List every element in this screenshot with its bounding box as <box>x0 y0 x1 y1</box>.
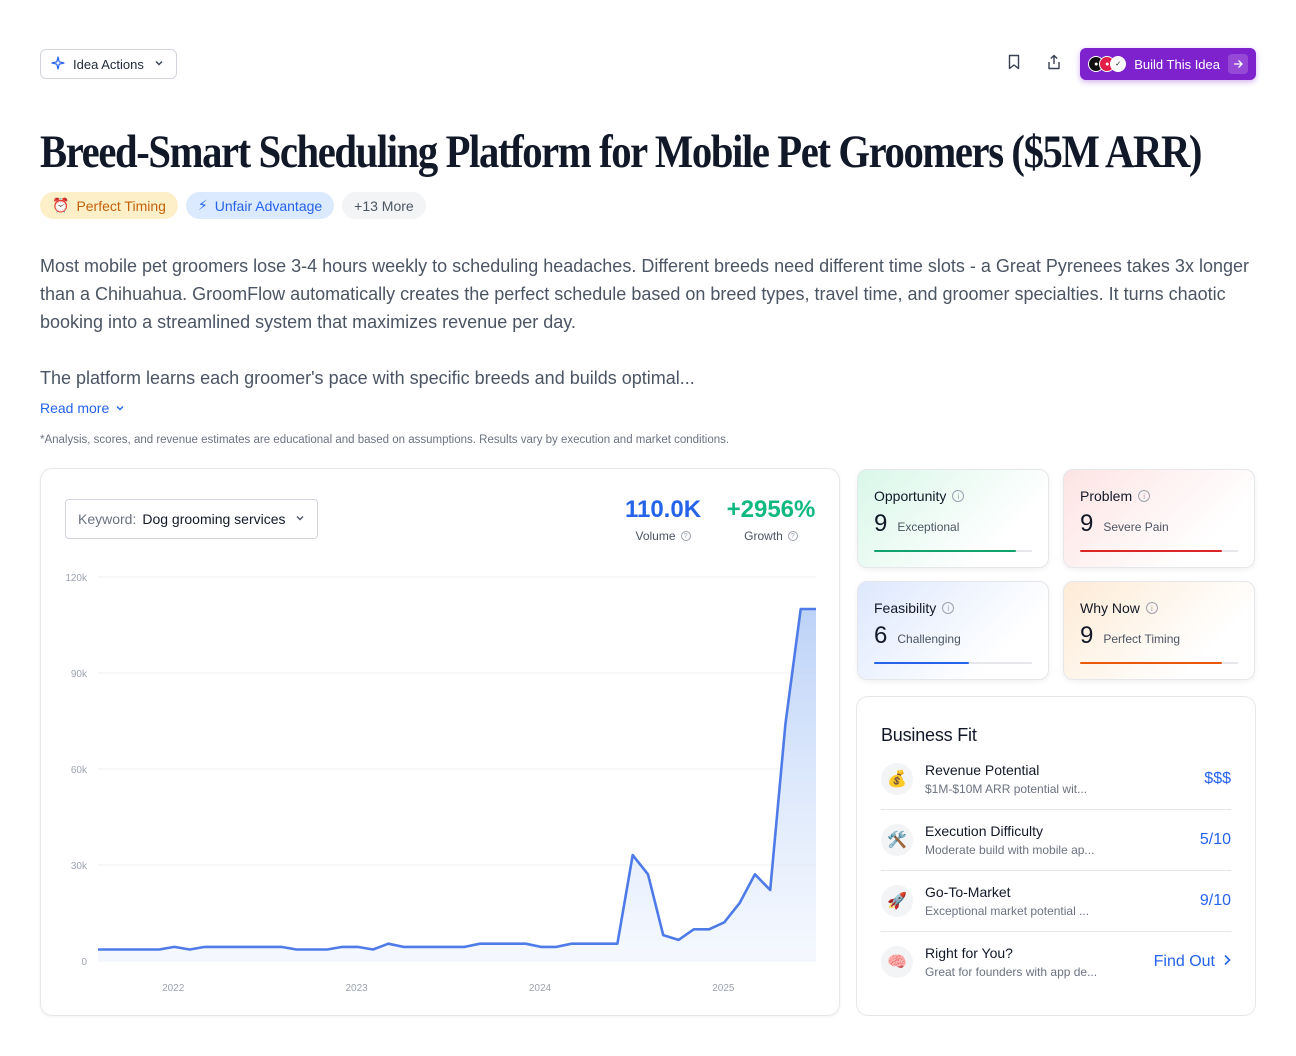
fit-row-value: 9/10 <box>1199 892 1231 909</box>
score-value: 6 <box>874 622 888 649</box>
score-bar-fill <box>874 550 1017 552</box>
fit-row-value: 5/10 <box>1199 831 1231 848</box>
business-fit-card: Business Fit 💰 Revenue Potential $1M-$10… <box>856 696 1256 1016</box>
tag-label: Perfect Timing <box>76 197 166 214</box>
fit-row-sub: Moderate build with mobile ap... <box>925 843 1095 857</box>
sparkle-icon <box>51 56 65 72</box>
tag-unfair-advantage[interactable]: ⚡ Unfair Advantage <box>185 192 335 219</box>
top-bar: Idea Actions ● ● ✓ Build This Idea <box>40 48 1256 80</box>
build-this-idea-button[interactable]: ● ● ✓ Build This Idea <box>1080 48 1256 80</box>
rocket-icon: 🚀 <box>881 885 913 917</box>
tag-perfect-timing[interactable]: ⏰ Perfect Timing <box>40 192 178 219</box>
money-bag-icon: 💰 <box>881 763 913 795</box>
fit-row-sub: Exceptional market potential ... <box>925 904 1090 918</box>
score-name: Opportunity <box>874 488 947 504</box>
idea-actions-label: Idea Actions <box>73 56 144 72</box>
read-more-label: Read more <box>40 400 110 416</box>
y-tick-label: 0 <box>81 957 87 968</box>
y-tick-label: 30k <box>71 861 88 872</box>
find-out-label: Find Out <box>1153 952 1215 970</box>
x-tick-label: 2023 <box>345 983 368 994</box>
info-icon[interactable]: i <box>1145 602 1158 614</box>
score-bar-fill <box>874 662 969 664</box>
x-tick-label: 2022 <box>162 983 185 994</box>
score-bar-fill <box>1080 550 1223 552</box>
tag-more-button[interactable]: +13 More <box>342 192 426 219</box>
fit-row-name: Revenue Potential <box>925 762 1040 778</box>
score-name: Why Now <box>1080 600 1140 616</box>
partner-logo-icon: ✓ <box>1110 56 1127 72</box>
partner-logos: ● ● ✓ <box>1088 56 1127 72</box>
read-more-link[interactable]: Read more <box>40 400 125 416</box>
bookmark-icon <box>1007 54 1021 75</box>
score-card-feasibility[interactable]: Feasibility i 6 Challenging <box>857 581 1049 680</box>
keyword-trend-card: Keyword: Dog grooming services 110.0K Vo… <box>40 468 840 1016</box>
tag-label: +13 More <box>354 197 414 214</box>
score-bar <box>1080 550 1238 552</box>
fit-row-right-for-you[interactable]: 🧠 Right for You? Great for founders with… <box>881 931 1231 992</box>
score-value: 9 <box>1080 510 1094 537</box>
chevron-down-icon <box>115 400 125 416</box>
arrow-right-icon <box>1228 54 1248 74</box>
fit-row-name: Right for You? <box>925 944 1013 961</box>
share-button[interactable] <box>1040 50 1068 78</box>
trend-area-fill <box>98 609 816 961</box>
trend-series-line <box>98 607 816 951</box>
build-label: Build This Idea <box>1134 56 1220 72</box>
score-card-opportunity[interactable]: Opportunity i 9 Exceptional <box>857 469 1049 568</box>
y-tick-label: 90k <box>71 669 88 680</box>
lightning-icon: ⚡ <box>197 197 208 213</box>
brain-icon: 🧠 <box>881 945 913 978</box>
chevron-right-icon <box>1223 953 1231 971</box>
score-word: Perfect Timing <box>1103 632 1181 646</box>
score-word: Exceptional <box>897 520 960 534</box>
y-tick-label: 120k <box>65 573 88 584</box>
page-title: Breed-Smart Scheduling Platform for Mobi… <box>40 126 1202 178</box>
share-icon <box>1046 54 1062 75</box>
description-paragraph: Most mobile pet groomers lose 3-4 hours … <box>40 256 1249 332</box>
fit-row-sub: $1M-$10M ARR potential wit... <box>925 782 1088 796</box>
fit-row-name: Go-To-Market <box>925 884 1011 900</box>
score-name: Problem <box>1080 488 1133 504</box>
score-card-problem[interactable]: Problem i 9 Severe Pain <box>1063 469 1255 568</box>
fit-row-revenue-potential[interactable]: 💰 Revenue Potential $1M-$10M ARR potenti… <box>881 749 1231 810</box>
score-card-why-now[interactable]: Why Now i 9 Perfect Timing <box>1063 581 1255 680</box>
score-bar <box>874 662 1032 664</box>
score-name: Feasibility <box>874 600 937 616</box>
idea-actions-dropdown[interactable]: Idea Actions <box>40 49 177 79</box>
business-fit-title: Business Fit <box>881 725 977 745</box>
info-icon[interactable]: i <box>1138 490 1151 502</box>
trend-chart: 0 30k 60k 90k 120k 2022 2023 2024 2025 <box>65 573 816 994</box>
x-tick-label: 2024 <box>529 983 552 994</box>
tag-label: Unfair Advantage <box>214 197 323 214</box>
bookmark-button[interactable] <box>1000 50 1028 78</box>
info-icon[interactable]: i <box>942 602 955 614</box>
fit-row-go-to-market[interactable]: 🚀 Go-To-Market Exceptional market potent… <box>881 871 1231 932</box>
info-icon[interactable]: i <box>952 490 965 502</box>
fit-row-execution-difficulty[interactable]: 🛠️ Execution Difficulty Moderate build w… <box>881 810 1231 871</box>
score-bar <box>1080 662 1238 664</box>
tools-icon: 🛠️ <box>881 824 913 856</box>
disclaimer-text: *Analysis, scores, and revenue estimates… <box>40 434 730 446</box>
x-tick-label: 2025 <box>712 983 735 994</box>
find-out-link[interactable]: Find Out <box>1154 953 1231 971</box>
fit-row-name: Execution Difficulty <box>925 823 1044 839</box>
fit-row-value: $$$ <box>1204 770 1231 787</box>
chevron-down-icon <box>154 58 164 71</box>
score-word: Challenging <box>897 632 961 646</box>
fit-row-sub: Great for founders with app de... <box>925 964 1098 979</box>
score-value: 9 <box>1080 622 1094 649</box>
score-bar-fill <box>1080 662 1223 664</box>
alarm-clock-icon: ⏰ <box>52 197 70 213</box>
description-paragraph: The platform learns each groomer's pace … <box>40 368 695 388</box>
tag-list: ⏰ Perfect Timing ⚡ Unfair Advantage +13 … <box>40 192 426 219</box>
idea-description: Most mobile pet groomers lose 3-4 hours … <box>40 252 1256 392</box>
score-word: Severe Pain <box>1103 520 1169 534</box>
y-tick-label: 60k <box>71 765 88 776</box>
score-bar <box>874 550 1032 552</box>
score-value: 9 <box>874 510 888 537</box>
